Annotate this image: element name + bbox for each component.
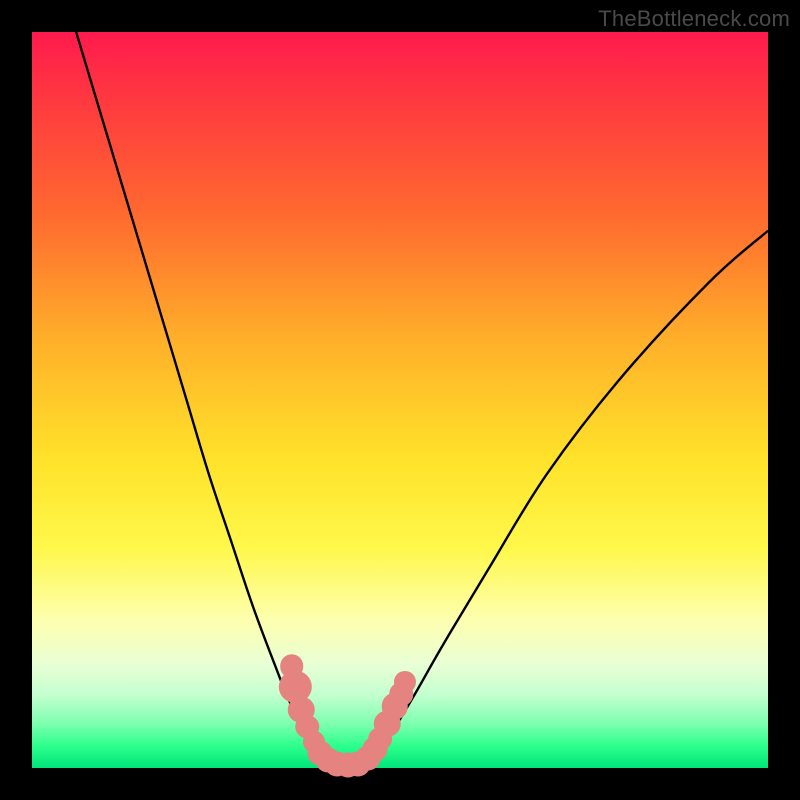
chart-frame: TheBottleneck.com: [0, 0, 800, 800]
attribution-text: TheBottleneck.com: [598, 6, 790, 32]
data-marker: [394, 671, 416, 693]
plot-area: [32, 32, 768, 768]
curve-layer: [32, 32, 768, 768]
right-curve: [371, 231, 768, 765]
